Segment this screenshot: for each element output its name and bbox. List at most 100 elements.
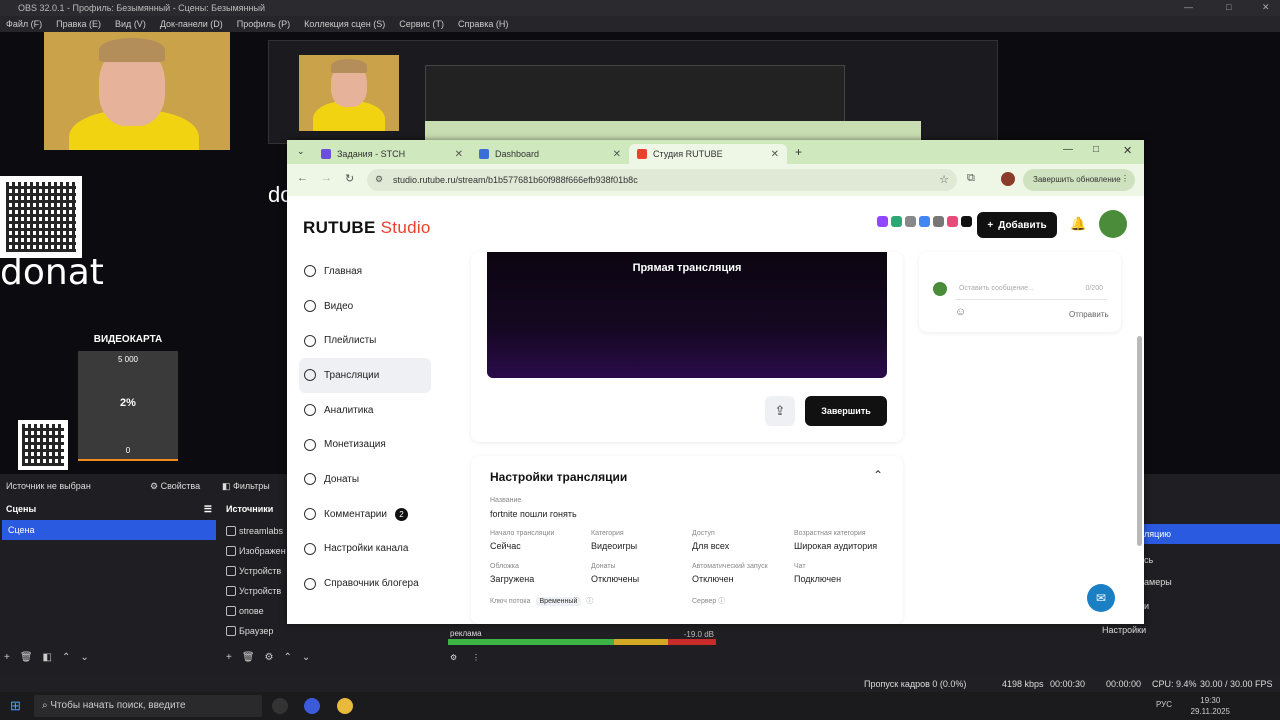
maximize-icon[interactable]: □ bbox=[1093, 144, 1099, 155]
update-button[interactable]: Завершить обновление ⋮ bbox=[1023, 169, 1135, 191]
stream-player[interactable]: Прямая трансляция bbox=[487, 252, 887, 378]
dock-item[interactable]: и bbox=[1142, 596, 1280, 616]
bell-icon[interactable]: 🔔 bbox=[1070, 216, 1086, 232]
user-avatar[interactable] bbox=[1099, 210, 1127, 238]
sidebar-item-analytics[interactable]: Аналитика bbox=[299, 393, 431, 428]
chevron-down-icon[interactable]: ⌄ bbox=[302, 652, 310, 663]
windows-start-icon[interactable]: ⊞ bbox=[10, 698, 21, 714]
sidebar-item-channel-settings[interactable]: Настройки канала bbox=[299, 532, 431, 567]
sidebar-item-creator-guide[interactable]: Справочник блогера bbox=[299, 566, 431, 601]
tab-list-icon[interactable]: ⌄ bbox=[297, 146, 305, 157]
language-indicator[interactable]: РУС bbox=[1156, 700, 1172, 709]
reload-icon[interactable]: ↻ bbox=[345, 172, 354, 185]
sidebar-item-donations[interactable]: Донаты bbox=[299, 462, 431, 497]
camera-icon bbox=[226, 586, 236, 596]
finish-button[interactable]: Завершить bbox=[805, 396, 887, 426]
setting-label: Начало трансляции bbox=[490, 530, 555, 537]
source-item[interactable]: Изображен bbox=[226, 542, 288, 560]
menu-scene-collection[interactable]: Коллекция сцен (S) bbox=[304, 19, 385, 29]
close-icon[interactable]: ✕ bbox=[1262, 2, 1270, 13]
sidebar-item-playlists[interactable]: Плейлисты bbox=[299, 323, 431, 358]
forward-icon[interactable]: → bbox=[321, 172, 332, 184]
gear-icon[interactable]: ⚙ bbox=[265, 652, 274, 663]
chevron-up-icon[interactable]: ⌃ bbox=[62, 652, 70, 663]
close-tab-icon[interactable]: ✕ bbox=[455, 149, 463, 160]
menu-tools[interactable]: Сервис (T) bbox=[399, 19, 444, 29]
extensions-icon[interactable]: ⧉ bbox=[967, 172, 975, 185]
sidebar-item-monetization[interactable]: Монетизация bbox=[299, 427, 431, 462]
page-scrollbar[interactable] bbox=[1137, 336, 1142, 546]
minimize-icon[interactable]: — bbox=[1063, 144, 1073, 155]
rutube-logo[interactable]: RUTUBE Studio bbox=[303, 218, 431, 238]
platform-icon[interactable] bbox=[947, 216, 958, 227]
menu-edit[interactable]: Правка (E) bbox=[56, 19, 101, 29]
help-icon[interactable]: ⓘ bbox=[718, 598, 725, 605]
trash-icon[interactable]: 🗑 bbox=[242, 652, 255, 663]
source-item[interactable]: Устройств bbox=[226, 582, 288, 600]
source-item[interactable]: streamlabs bbox=[226, 522, 288, 540]
filters-button[interactable]: ◧ Фильтры bbox=[222, 481, 270, 492]
close-icon[interactable]: ✕ bbox=[1123, 144, 1132, 157]
menu-view[interactable]: Вид (V) bbox=[115, 19, 146, 29]
emoji-icon[interactable]: ☺ bbox=[955, 306, 966, 318]
chevron-up-icon[interactable]: ⌃ bbox=[873, 468, 883, 482]
close-tab-icon[interactable]: ✕ bbox=[771, 149, 779, 160]
trash-icon[interactable]: 🗑 bbox=[20, 652, 33, 663]
add-icon[interactable]: + bbox=[226, 652, 232, 663]
dock-item[interactable]: ляцию bbox=[1142, 524, 1280, 544]
menu-profile[interactable]: Профиль (P) bbox=[237, 19, 290, 29]
chrome-icon[interactable] bbox=[337, 698, 353, 714]
profile-avatar[interactable] bbox=[1001, 172, 1015, 186]
dock-item[interactable]: амеры bbox=[1142, 572, 1280, 592]
menu-docks[interactable]: Док-панели (D) bbox=[160, 19, 223, 29]
menu-file[interactable]: Файл (F) bbox=[6, 19, 42, 29]
rutube-icon[interactable] bbox=[961, 216, 972, 227]
back-icon[interactable]: ← bbox=[297, 172, 308, 184]
chevron-down-icon[interactable]: ⌄ bbox=[80, 652, 88, 663]
help-icon[interactable]: ⓘ bbox=[586, 596, 593, 606]
gpu-max: 5 000 bbox=[117, 355, 139, 364]
obs-app-icon[interactable] bbox=[272, 698, 288, 714]
sidebar-item-video[interactable]: Видео bbox=[299, 289, 431, 324]
scene-item[interactable]: Сцена bbox=[2, 520, 216, 540]
dock-menu-icon[interactable]: ☰ bbox=[204, 504, 212, 518]
close-tab-icon[interactable]: ✕ bbox=[613, 149, 621, 160]
source-item[interactable]: Устройств bbox=[226, 562, 288, 580]
platform-icon[interactable] bbox=[891, 216, 902, 227]
site-info-icon[interactable]: ⚙ bbox=[375, 174, 383, 185]
dock-item[interactable]: сь bbox=[1142, 550, 1280, 570]
address-bar[interactable]: ⚙ studio.rutube.ru/stream/b1b577681b60f9… bbox=[367, 169, 957, 191]
browser-tab[interactable]: Dashboard ✕ bbox=[471, 144, 629, 164]
source-item[interactable]: Браузер bbox=[226, 622, 288, 640]
more-icon[interactable]: ⋮ bbox=[472, 653, 480, 662]
add-icon[interactable]: + bbox=[4, 652, 10, 663]
browser-tab[interactable]: Задания - STCH ✕ bbox=[313, 144, 471, 164]
taskbar-search[interactable]: ⌕ Чтобы начать поиск, введите bbox=[34, 695, 262, 717]
sidebar-item-streams[interactable]: Трансляции bbox=[299, 358, 431, 393]
sidebar-item-comments[interactable]: Комментарии 2 bbox=[299, 497, 431, 532]
chat-message-input[interactable]: Оставить сообщение... 0/200 bbox=[955, 280, 1107, 300]
support-chat-button[interactable]: ✉ bbox=[1087, 584, 1115, 612]
properties-button[interactable]: ⚙ Свойства bbox=[150, 481, 200, 492]
add-button[interactable]: + Добавить bbox=[977, 212, 1057, 238]
donat-text: donat bbox=[0, 252, 104, 293]
source-item[interactable]: опове bbox=[226, 602, 288, 620]
google-icon[interactable] bbox=[919, 216, 930, 227]
send-button[interactable]: Отправить bbox=[1069, 310, 1109, 319]
share-button[interactable]: ⇪ bbox=[765, 396, 795, 426]
taskbar-clock[interactable]: 19:30 29.11.2025 bbox=[1191, 695, 1230, 717]
menu-help[interactable]: Справка (H) bbox=[458, 19, 508, 29]
platform-icon[interactable] bbox=[905, 216, 916, 227]
minimize-icon[interactable]: — bbox=[1184, 2, 1193, 12]
app-icon[interactable] bbox=[304, 698, 320, 714]
browser-tab-active[interactable]: Студия RUTUBE ✕ bbox=[629, 144, 787, 164]
platform-icon[interactable] bbox=[933, 216, 944, 227]
gear-icon[interactable]: ⚙ bbox=[450, 653, 457, 662]
twitch-icon[interactable] bbox=[877, 216, 888, 227]
chevron-up-icon[interactable]: ⌃ bbox=[284, 652, 292, 663]
maximize-icon[interactable]: □ bbox=[1226, 2, 1231, 12]
filter-icon[interactable]: ◧ bbox=[43, 652, 52, 663]
new-tab-icon[interactable]: + bbox=[795, 145, 802, 159]
bookmark-star-icon[interactable]: ☆ bbox=[939, 173, 949, 186]
sidebar-item-home[interactable]: Главная bbox=[299, 254, 431, 289]
